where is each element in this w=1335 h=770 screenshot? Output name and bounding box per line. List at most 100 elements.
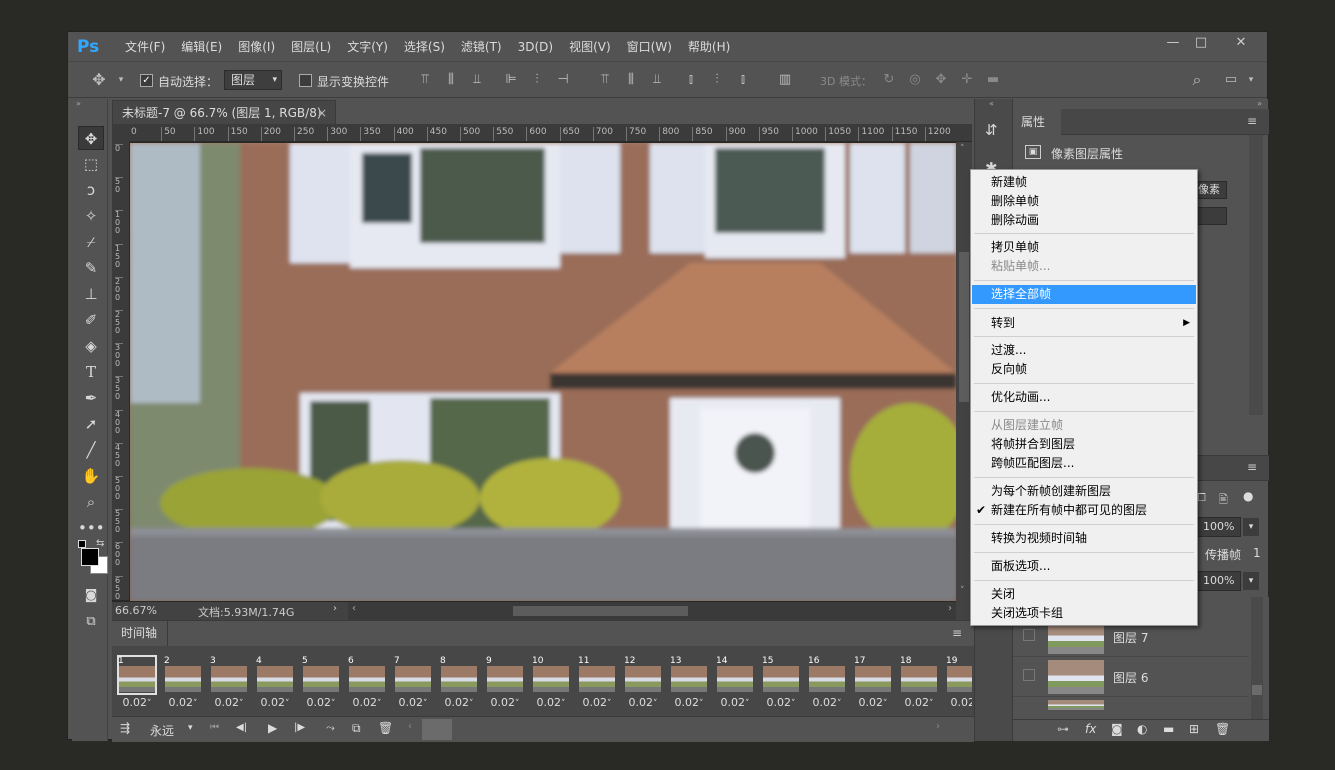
- horizontal-ruler[interactable]: 0 50 100 150 200 250 300 350 400 450 500 550 600 650 7…: [130, 124, 972, 142]
- menu-close[interactable]: 关闭: [972, 585, 1196, 604]
- horizontal-scrollbar[interactable]: ‹ ›: [348, 602, 956, 620]
- frame-delay[interactable]: 0.02˅: [806, 696, 848, 709]
- ruler-corner[interactable]: [112, 124, 130, 142]
- timeline-frame[interactable]: 13 0.02˅: [668, 655, 710, 709]
- menu-new-layer-each-frame[interactable]: 为每个新帧创建新图层: [972, 482, 1196, 501]
- timeline-frame[interactable]: 5 0.02˅: [300, 655, 342, 709]
- timeline-frame[interactable]: 12 0.02˅: [622, 655, 664, 709]
- tween-icon[interactable]: ⤳: [326, 721, 335, 735]
- frame-delay[interactable]: 0.02˅: [208, 696, 250, 709]
- chevron-right-icon[interactable]: ›: [333, 603, 337, 614]
- align-vcenter-icon[interactable]: ⫼: [442, 71, 460, 89]
- 3d-orbit-icon[interactable]: ↻: [880, 71, 898, 89]
- collapse-icon[interactable]: »: [76, 99, 81, 108]
- timeline-frame[interactable]: 2 0.02˅: [162, 655, 204, 709]
- menu-convert-video-timeline[interactable]: 转换为视频时间轴: [972, 529, 1196, 548]
- align-top-icon[interactable]: ⫪: [416, 71, 434, 89]
- 3d-slide-icon[interactable]: ✛: [958, 71, 976, 89]
- auto-align-icon[interactable]: ▥: [776, 71, 794, 89]
- align-bottom-icon[interactable]: ⫫: [468, 71, 486, 89]
- layer-row[interactable]: 图层 6: [1013, 657, 1249, 697]
- eraser-tool-icon[interactable]: ◈: [78, 334, 104, 358]
- frame-delay[interactable]: 0.02˅: [300, 696, 342, 709]
- layer-row[interactable]: [1013, 697, 1249, 710]
- lock-position-icon[interactable]: 🖹: [1219, 491, 1228, 510]
- menu-delete-animation[interactable]: 删除动画: [972, 211, 1196, 230]
- type-tool-icon[interactable]: T: [78, 360, 104, 384]
- frame-delay[interactable]: 0.02˅: [392, 696, 434, 709]
- zoom-tool-icon[interactable]: ⌕: [78, 490, 104, 514]
- menu-flatten-frames[interactable]: 将帧拼合到图层: [972, 435, 1196, 454]
- scroll-left-icon[interactable]: ‹: [408, 721, 412, 732]
- chevron-down-icon[interactable]: ▾: [1243, 518, 1259, 536]
- hand-tool-icon[interactable]: ✋: [78, 464, 104, 488]
- screen-mode-icon[interactable]: ⧉: [78, 610, 104, 634]
- lasso-tool-icon[interactable]: ↄ: [78, 178, 104, 202]
- search-icon[interactable]: ⌕: [1188, 71, 1206, 89]
- menu-window[interactable]: 窗口(W): [619, 38, 680, 55]
- marquee-tool-icon[interactable]: ⬚: [78, 152, 104, 176]
- scroll-down-icon[interactable]: ˅: [960, 586, 965, 596]
- auto-select-checkbox[interactable]: ✓: [140, 74, 153, 87]
- workspace-icon[interactable]: ▭: [1222, 71, 1240, 89]
- menu-reverse-frames[interactable]: 反向帧: [972, 360, 1196, 379]
- frames-scroll-thumb[interactable]: [422, 719, 452, 740]
- close-tab-icon[interactable]: ×: [317, 101, 327, 125]
- menu-type[interactable]: 文字(Y): [339, 38, 396, 55]
- menu-tween[interactable]: 过渡...: [972, 341, 1196, 360]
- pen-tool-icon[interactable]: ✒: [78, 386, 104, 410]
- height-unit-field[interactable]: [1193, 207, 1227, 225]
- move-tool-icon[interactable]: ✥: [78, 126, 104, 150]
- chevron-down-icon[interactable]: ▾: [188, 723, 193, 733]
- menu-edit[interactable]: 编辑(E): [173, 38, 230, 55]
- auto-select-dropdown[interactable]: 图层 ▾: [224, 70, 282, 90]
- magic-wand-tool-icon[interactable]: ✧: [78, 204, 104, 228]
- lock-artboard-icon[interactable]: ⧠: [1197, 491, 1206, 505]
- trash-icon[interactable]: 🗑︎: [1215, 722, 1230, 736]
- distribute-bottom-icon[interactable]: ⫫: [648, 71, 666, 89]
- document-tab[interactable]: 未标题-7 @ 66.7% (图层 1, RGB/8) ×: [112, 100, 336, 124]
- minimize-button[interactable]: —: [1160, 34, 1186, 54]
- frame-delay[interactable]: 0.02˅: [898, 696, 940, 709]
- frame-delay[interactable]: 0.02˅: [530, 696, 572, 709]
- menu-layer[interactable]: 图层(L): [283, 38, 339, 55]
- panel-menu-icon[interactable]: ≡: [1247, 460, 1257, 474]
- menu-panel-options[interactable]: 面板选项...: [972, 557, 1196, 576]
- 3d-roll-icon[interactable]: ◎: [906, 71, 924, 89]
- menu-select[interactable]: 选择(S): [396, 38, 453, 55]
- distribute-hcenter-icon[interactable]: ⫶: [708, 71, 726, 89]
- chevron-down-icon[interactable]: ▾: [1243, 572, 1259, 590]
- menu-filter[interactable]: 滤镜(T): [453, 38, 510, 55]
- frame-delay[interactable]: 0.02˅: [116, 696, 158, 709]
- timeline-frame[interactable]: 16 0.02˅: [806, 655, 848, 709]
- history-panel-icon[interactable]: ⇵: [985, 121, 998, 139]
- frame-delay[interactable]: 0.02˅: [484, 696, 526, 709]
- frame-delay[interactable]: 0.02˅: [438, 696, 480, 709]
- menu-new-layers-visible[interactable]: ✔ 新建在所有帧中都可见的图层: [972, 501, 1196, 520]
- close-window-button[interactable]: ✕: [1226, 34, 1256, 54]
- hscroll-thumb[interactable]: [513, 606, 688, 616]
- group-folder-icon[interactable]: ▬: [1163, 722, 1174, 736]
- distribute-top-icon[interactable]: ⫪: [596, 71, 614, 89]
- color-swatches[interactable]: ⇆: [78, 538, 108, 576]
- frame-delay[interactable]: 0.02˅: [944, 696, 973, 709]
- timeline-frame[interactable]: 7 0.02˅: [392, 655, 434, 709]
- scroll-up-icon[interactable]: ˄: [960, 144, 965, 154]
- timeline-frame[interactable]: 3 0.02˅: [208, 655, 250, 709]
- quick-mask-icon[interactable]: ◙: [78, 584, 104, 608]
- timeline-frame[interactable]: 10 0.02˅: [530, 655, 572, 709]
- fill-field[interactable]: 100%: [1197, 571, 1241, 591]
- menu-file[interactable]: 文件(F): [117, 38, 173, 55]
- visibility-toggle[interactable]: [1023, 629, 1035, 641]
- timeline-frame[interactable]: 4 0.02˅: [254, 655, 296, 709]
- frame-delay[interactable]: 0.02˅: [714, 696, 756, 709]
- menu-help[interactable]: 帮助(H): [680, 38, 738, 55]
- distribute-vcenter-icon[interactable]: ⫼: [622, 71, 640, 89]
- zoom-level[interactable]: 66.67%: [115, 604, 157, 617]
- distribute-left-icon[interactable]: ⫾: [682, 71, 700, 89]
- frame-delay[interactable]: 0.02˅: [668, 696, 710, 709]
- brush-tool-icon[interactable]: ✎: [78, 256, 104, 280]
- stamp-tool-icon[interactable]: ⊥: [78, 282, 104, 306]
- scroll-left-icon[interactable]: ‹: [352, 603, 356, 614]
- adjustment-layer-icon[interactable]: ◐: [1137, 722, 1147, 736]
